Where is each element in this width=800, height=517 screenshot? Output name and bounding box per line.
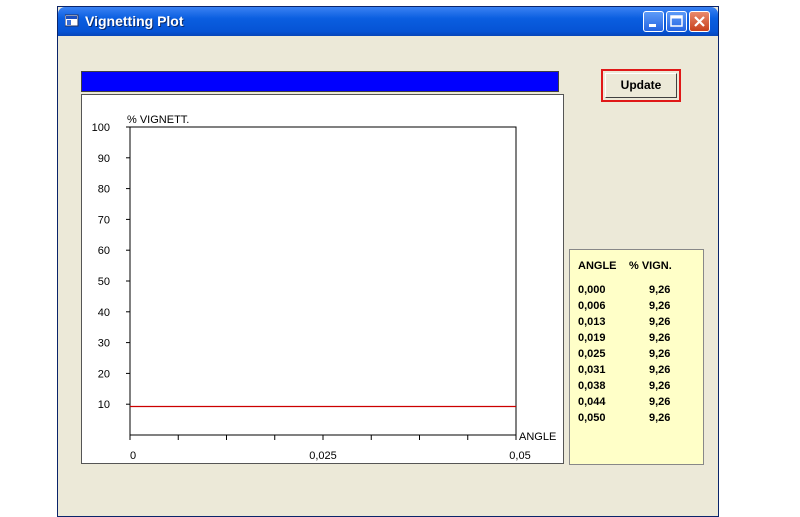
table-cell-angle: 0,050 (578, 412, 606, 424)
vignetting-plot-window: Vignetting Plot Update 100 90 80 70 60 50 40 30… (57, 6, 719, 517)
table-cell-vign: 9,26 (649, 380, 671, 392)
plot-frame (129, 126, 517, 436)
close-button[interactable] (689, 11, 710, 32)
table-cell-angle: 0,006 (578, 300, 606, 312)
y-axis-label: % VIGNETT. (127, 114, 189, 126)
update-button-label: Update (605, 73, 677, 98)
table-row: 0,050 9,26 (578, 412, 688, 428)
maximize-icon (670, 15, 683, 27)
x-axis-label: ANGLE (519, 431, 556, 443)
table-cell-vign: 9,26 (649, 316, 671, 328)
table-cell-angle: 0,044 (578, 396, 606, 408)
y-tick-label: 100 (92, 122, 110, 134)
table-cell-angle: 0,013 (578, 316, 606, 328)
vignetting-chart: 100 90 80 70 60 50 40 30 20 10 0 0,025 0,05% VIGNETT… (81, 94, 564, 464)
close-icon (694, 16, 705, 27)
vignetting-table: ANGLE % VIGN. 0,000 9,26 0,006 9,26 0,013 9,2… (569, 249, 704, 465)
y-tick-label: 60 (98, 245, 110, 257)
table-cell-vign: 9,26 (649, 300, 671, 312)
x-tick-label: 0,05 (509, 450, 530, 462)
x-tick-label: 0 (130, 450, 136, 462)
table-cell-angle: 0,025 (578, 348, 606, 360)
y-tick-label: 30 (98, 338, 110, 350)
app-icon (65, 14, 79, 27)
chart-canvas: 1009080706050403020100 0,025 0,05% VIGNETT… (92, 114, 557, 462)
table-row: 0,013 9,26 (578, 316, 688, 332)
y-tick-label: 10 (98, 399, 110, 411)
minimize-button[interactable] (643, 11, 664, 32)
table-cell-vign: 9,26 (649, 284, 671, 296)
table-cell-vign: 9,26 (649, 396, 671, 408)
y-tick-label: 90 (98, 153, 110, 165)
progress-bar (81, 71, 559, 92)
y-tick-label: 80 (98, 184, 110, 196)
table-cell-vign: 9,26 (649, 332, 671, 344)
table-row: 0,006 9,26 (578, 300, 688, 316)
table-row: 0,000 9,26 (578, 284, 688, 300)
table-cell-vign: 9,26 (649, 412, 671, 424)
table-cell-vign: 9,26 (649, 364, 671, 376)
table-row: 0,025 9,26 (578, 348, 688, 364)
table-row: 0,044 9,26 (578, 396, 688, 412)
minimize-icon (649, 24, 656, 27)
window-title: Vignetting Plot (85, 13, 184, 29)
title-bar[interactable]: Vignetting Plot (58, 7, 718, 36)
maximize-button[interactable] (666, 11, 687, 32)
y-tick-label: 50 (98, 276, 110, 288)
y-tick-label: 40 (98, 307, 110, 319)
x-tick-label: 0,025 (309, 450, 337, 462)
y-tick-label: 20 (98, 368, 110, 380)
table-cell-angle: 0,019 (578, 332, 606, 344)
table-row: 0,038 9,26 (578, 380, 688, 396)
table-header-angle: ANGLE (578, 260, 617, 272)
y-tick-label: 70 (98, 214, 110, 226)
table-row: 0,019 9,26 (578, 332, 688, 348)
update-button[interactable]: Update (601, 69, 681, 102)
table-cell-angle: 0,031 (578, 364, 606, 376)
table-cell-angle: 0,038 (578, 380, 606, 392)
table-cell-angle: 0,000 (578, 284, 606, 296)
table-cell-vign: 9,26 (649, 348, 671, 360)
table-row: 0,031 9,26 (578, 364, 688, 380)
table-header-vign: % VIGN. (629, 260, 672, 272)
